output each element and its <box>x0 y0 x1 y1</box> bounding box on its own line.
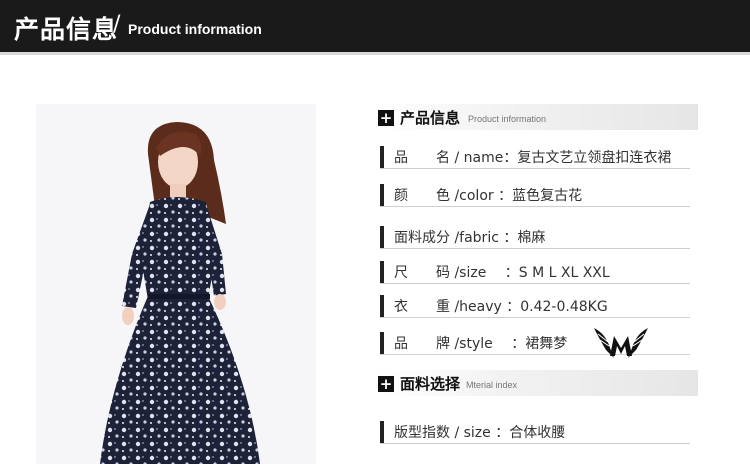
banner-slash: / <box>113 12 121 37</box>
row-marker <box>380 332 384 354</box>
product-photo <box>36 104 316 464</box>
top-banner: 产品信息 / Product information <box>0 0 750 55</box>
info-row-text: 面料成分 /fabric ：棉麻 <box>394 230 546 246</box>
row-marker <box>380 261 384 283</box>
info-row-text: 颜 色 /color ：蓝色复古花 <box>394 188 583 204</box>
material-row-text: 版型指数 / size ：合体收腰 <box>394 425 566 441</box>
info-row-text: 衣 重 /heavy ：0.42-0.48KG <box>394 299 608 315</box>
info-row-weight: 衣 重 /heavy ：0.42-0.48KG <box>380 293 690 318</box>
info-row-fabric: 面料成分 /fabric ：棉麻 <box>380 224 690 249</box>
info-row-name: 品 名 / name：复古文艺立领盘扣连衣裙 <box>380 144 690 169</box>
product-info-subtitle: Product information <box>468 114 547 124</box>
row-marker <box>380 421 384 443</box>
info-row-size: 尺 码 /size ：S M L XL XXL <box>380 259 690 284</box>
material-header: + 面料选择 Mterial index <box>376 370 698 396</box>
row-marker <box>380 295 384 317</box>
row-marker <box>380 184 384 206</box>
banner-title-cn: 产品信息 <box>14 15 119 44</box>
info-row-text: 品 牌 /style ：裙舞梦 <box>394 336 568 352</box>
info-row-color: 颜 色 /color ：蓝色复古花 <box>380 182 690 207</box>
product-info-header: + 产品信息 Product information <box>376 104 698 130</box>
material-title: 面料选择 <box>400 375 461 393</box>
info-row-text: 尺 码 /size ：S M L XL XXL <box>394 265 610 281</box>
info-row-brand: 品 牌 /style ：裙舞梦 <box>380 328 690 358</box>
plus-icon: + <box>378 375 394 393</box>
banner-title-en: Product information <box>128 21 262 37</box>
row-marker <box>380 146 384 168</box>
row-marker <box>380 226 384 248</box>
info-row-text: 品 名 / name：复古文艺立领盘扣连衣裙 <box>394 150 672 166</box>
product-info-title: 产品信息 <box>400 109 461 127</box>
material-subtitle: Mterial index <box>466 380 518 390</box>
plus-icon: + <box>378 109 394 127</box>
material-row-fit: 版型指数 / size ：合体收腰 <box>380 419 690 444</box>
winged-m-logo-icon <box>592 324 650 366</box>
